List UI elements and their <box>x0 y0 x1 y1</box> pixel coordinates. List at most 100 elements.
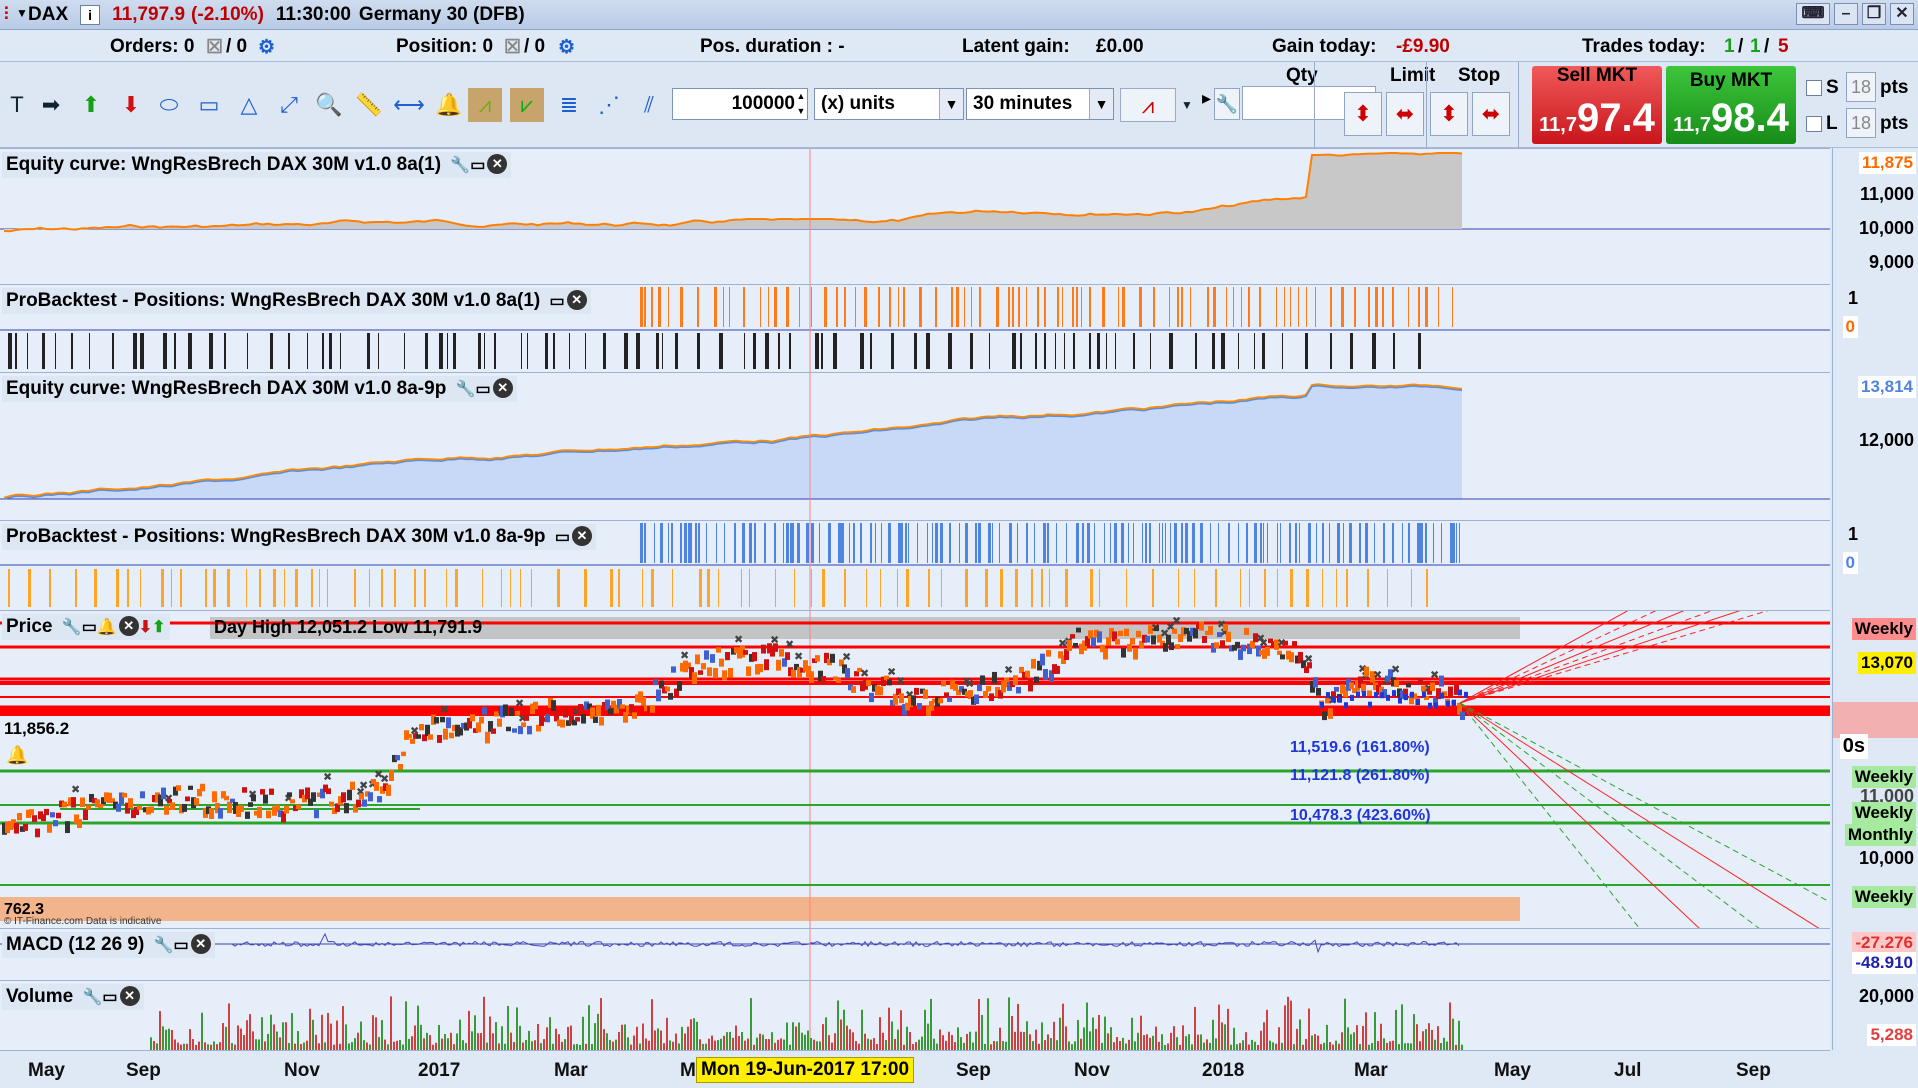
zoom-tool-icon[interactable]: 🔍 <box>312 88 346 122</box>
sell-arrow-icon[interactable]: ⬇ <box>139 619 152 636</box>
window-icon[interactable]: ▭ <box>476 381 491 398</box>
time-axis[interactable]: May Sep Nov 2017 Mar M Sep Nov 2018 Mar … <box>0 1050 1830 1088</box>
info-icon[interactable]: i <box>80 4 101 25</box>
wrench-icon[interactable]: 🔧 <box>1214 88 1240 120</box>
indicator-menu-icon[interactable]: ⩘ <box>1120 88 1176 122</box>
sell-arrow-icon[interactable]: ⬇ <box>114 88 148 122</box>
size-stepper-icon[interactable]: ▲ ▼ <box>795 89 807 119</box>
close-icon[interactable]: ✕ <box>190 934 211 954</box>
minimize-button[interactable]: – <box>1834 3 1858 25</box>
units-select[interactable]: (x) units ▼ <box>814 88 964 120</box>
close-icon[interactable]: ✕ <box>571 526 592 546</box>
fan-tool-icon[interactable]: ⋰ <box>592 88 626 122</box>
ellipse-tool-icon[interactable]: ⬭ <box>152 88 186 122</box>
position-bar-long <box>1418 287 1420 327</box>
candle <box>563 707 568 718</box>
position-bar-long <box>1374 523 1375 563</box>
close-icon[interactable]: ✕ <box>492 378 513 398</box>
window-icon[interactable]: ▭ <box>550 293 565 310</box>
position-bar-short <box>1150 333 1151 369</box>
volume-bar <box>1371 1042 1373 1050</box>
wrench-icon[interactable]: 🔧 <box>450 157 470 174</box>
horizontal-line-icon[interactable]: ⟷ <box>392 88 426 122</box>
window-icon[interactable]: ▭ <box>82 619 97 636</box>
position-bar-short <box>227 569 230 607</box>
volume-bar <box>975 1031 977 1050</box>
short-pts-input[interactable]: 18 <box>1846 72 1876 102</box>
channel-tool-icon[interactable]: ⩘ <box>468 88 502 122</box>
window-icon[interactable]: ▭ <box>470 157 485 174</box>
close-icon[interactable]: ✕ <box>119 986 140 1006</box>
close-button[interactable]: ✕ <box>1890 3 1914 25</box>
dropdown-arrow-icon[interactable]: ▼ <box>16 6 28 20</box>
volume-panel[interactable]: Volume 🔧▭ ✕ <box>0 980 1830 1050</box>
volume-bar <box>324 1042 326 1050</box>
chevron-down-icon[interactable]: ▼ <box>939 89 963 119</box>
instrument-symbol[interactable]: DAX <box>28 4 68 26</box>
ruler-tool-icon[interactable]: 📏 <box>352 88 386 122</box>
limit-add-icon[interactable]: ⬍ <box>1344 92 1382 136</box>
volume-bar <box>540 1043 542 1050</box>
orders-cancel-icon[interactable]: ☒ <box>206 36 223 59</box>
window-icon[interactable]: ▭ <box>102 989 117 1006</box>
axis-label: 1 <box>1847 524 1858 544</box>
position-cancel-icon[interactable]: ☒ <box>504 36 521 59</box>
trades-today-label: Trades today: <box>1582 36 1706 57</box>
volume-bar <box>498 1043 500 1050</box>
keyboard-icon[interactable]: ⌨ <box>1796 3 1830 25</box>
text-tool-icon[interactable]: T <box>0 88 34 122</box>
position-gear-icon[interactable]: ⚙ <box>558 36 575 59</box>
equity-curve-panel-1[interactable]: Equity curve: WngResBrech DAX 30M v1.0 8… <box>0 148 1830 284</box>
close-icon[interactable]: ✕ <box>118 616 139 636</box>
time-label: May <box>1494 1060 1531 1081</box>
close-icon[interactable]: ✕ <box>487 154 508 174</box>
fibonacci-tool-icon[interactable]: ≣ <box>552 88 586 122</box>
window-icon[interactable]: ▭ <box>555 529 570 546</box>
buy-arrow-icon[interactable]: ⬆ <box>74 88 108 122</box>
wrench-icon[interactable]: 🔧 <box>456 381 476 398</box>
arrow-tool-icon[interactable]: ➡ <box>34 88 68 122</box>
short-checkbox[interactable] <box>1806 80 1822 96</box>
volume-bar <box>360 1021 362 1050</box>
window-icon[interactable]: ▭ <box>174 937 189 954</box>
buy-market-button[interactable]: Buy MKT 11,798.4 <box>1666 66 1796 144</box>
wrench-icon[interactable]: 🔧 <box>154 937 174 954</box>
restore-button[interactable]: ❐ <box>1862 3 1886 25</box>
chevron-down-icon[interactable]: ▼ <box>1089 89 1113 119</box>
volume-bar <box>1239 1043 1241 1050</box>
alert-bell-icon[interactable]: 🔔 <box>6 745 28 766</box>
volume-bar <box>645 1038 647 1050</box>
trend-channel-icon[interactable]: ⩗ <box>510 88 544 122</box>
sell-market-button[interactable]: Sell MKT 11,797.4 <box>1532 65 1662 144</box>
position-bar-short <box>55 333 56 369</box>
expand-arrow-icon[interactable]: ▸ <box>1202 88 1211 109</box>
size-input[interactable]: 100000 ▲ ▼ <box>672 88 808 120</box>
limit-edit-icon[interactable]: ⬌ <box>1386 92 1424 136</box>
close-icon[interactable]: ✕ <box>566 290 587 310</box>
line-tool-icon[interactable]: ⤢ <box>272 88 306 122</box>
position-bar-long <box>1207 287 1209 327</box>
stop-edit-icon[interactable]: ⬌ <box>1472 92 1510 136</box>
pitchfork-tool-icon[interactable]: ⫽ <box>632 88 666 122</box>
equity-curve-panel-2[interactable]: Equity curve: WngResBrech DAX 30M v1.0 8… <box>0 372 1830 520</box>
alert-bell-icon[interactable]: 🔔 <box>432 88 466 122</box>
alert-bell-icon[interactable]: 🔔 <box>97 619 117 636</box>
chart-type-icon[interactable]: ⫶ <box>4 4 9 25</box>
price-panel[interactable]: ✖ ✖ ✖ ✖ ✖ ✖ ✖ ✖ ✖ ✖ ✖ ✖ ✖ ✖ ✖ ✖ ✖ ✖ ✖ ✖ ✖ ✖ ✖ ✖ ✖ ✖ ✖ ✖ ✖ ✖ ✖ ✖ ✖ ✖ ✖ ✖ ✖ ✖ ✖ ✖… <box>0 610 1830 928</box>
stop-add-icon[interactable]: ⬍ <box>1430 92 1468 136</box>
long-checkbox[interactable] <box>1806 116 1822 132</box>
timeframe-select[interactable]: 30 minutes ▼ <box>966 88 1114 120</box>
candle <box>695 654 700 665</box>
orders-gear-icon[interactable]: ⚙ <box>258 36 275 59</box>
buy-arrow-icon[interactable]: ⬆ <box>152 619 165 636</box>
positions-panel-2[interactable]: ProBacktest - Positions: WngResBrech DAX… <box>0 520 1830 610</box>
rectangle-tool-icon[interactable]: ▭ <box>192 88 226 122</box>
macd-panel[interactable]: MACD (12 26 9) 🔧▭ ✕ <box>0 928 1830 980</box>
volume-bar <box>318 1043 320 1050</box>
wrench-icon[interactable]: 🔧 <box>83 989 103 1006</box>
triangle-tool-icon[interactable]: △ <box>232 88 266 122</box>
chevron-down-icon[interactable]: ▼ <box>1178 88 1196 122</box>
wrench-icon[interactable]: 🔧 <box>62 619 82 636</box>
long-pts-input[interactable]: 18 <box>1846 108 1876 138</box>
positions-panel-1[interactable]: ProBacktest - Positions: WngResBrech DAX… <box>0 284 1830 372</box>
